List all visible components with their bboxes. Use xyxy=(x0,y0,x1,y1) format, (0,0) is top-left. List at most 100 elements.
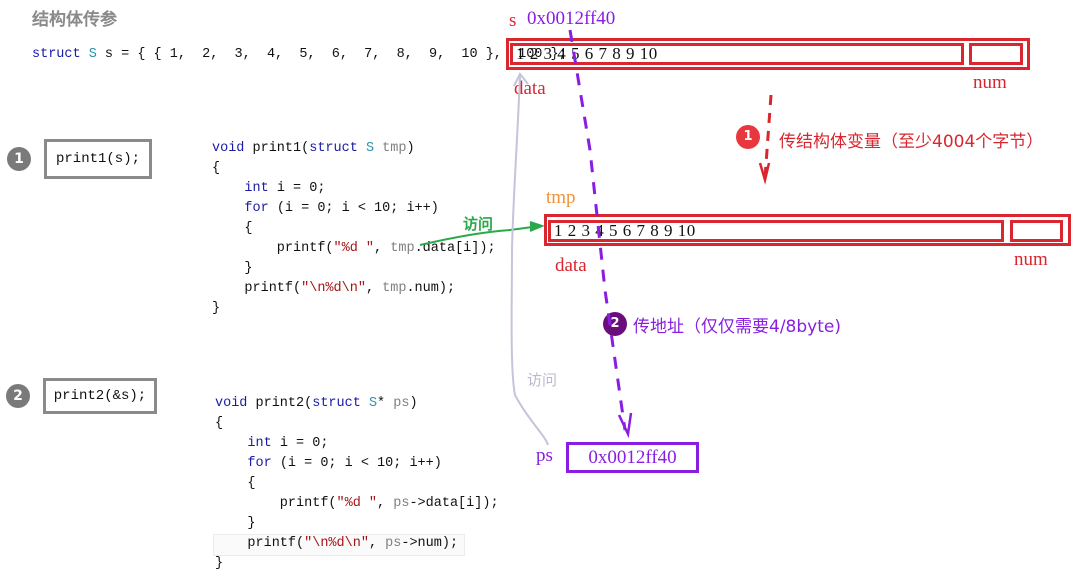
arrow-copy-struct-head xyxy=(758,162,771,185)
code-token: struct xyxy=(312,396,361,411)
code-token: printf( xyxy=(215,536,305,551)
field-label-num-tmp: num xyxy=(1014,249,1048,270)
code-line: printf("\n%d\n", tmp.num); xyxy=(212,279,496,299)
code-token: void xyxy=(212,141,245,156)
page-title: 结构体传参 xyxy=(32,10,117,30)
code-token: { xyxy=(215,476,256,491)
code-token: printf( xyxy=(212,281,302,296)
code-token: , xyxy=(374,241,391,256)
struct-tmp-data-values: 1 2 3 4 5 6 7 8 9 10 xyxy=(554,221,696,240)
address-s: 0x0012ff40 xyxy=(527,8,616,29)
code-token: for xyxy=(247,456,272,471)
code-token: int xyxy=(244,181,269,196)
code-token: "\n%d\n" xyxy=(301,281,366,296)
declaration-type: S xyxy=(88,47,97,62)
call-print1: print1(s); xyxy=(44,139,152,179)
code-line: printf("%d ", tmp.data[i]); xyxy=(212,239,496,259)
struct-declaration: struct S s = { { 1, 2, 3, 4, 5, 6, 7, 8,… xyxy=(32,45,567,65)
code-token: { xyxy=(215,416,224,431)
code-token: * xyxy=(377,396,394,411)
code-token: ->num); xyxy=(401,536,459,551)
declaration-rest: s = { { 1, 2, 3, 4, 5, 6, 7, 8, 9, 10 },… xyxy=(96,47,567,62)
code-line: } xyxy=(215,514,499,534)
step-badge-1: 1 xyxy=(7,147,31,171)
pointer-ps-box: 0x0012ff40 xyxy=(566,442,699,473)
code-token: .num); xyxy=(406,281,456,296)
code-token: } xyxy=(212,301,221,316)
code-token: (i = 0; i < 10; i++) xyxy=(271,456,442,471)
code-line: { xyxy=(215,414,499,434)
code-token: tmp xyxy=(382,281,407,296)
code-token: print1( xyxy=(244,141,310,156)
code-line: { xyxy=(212,159,496,179)
code-token: , xyxy=(365,281,383,296)
code-token: } xyxy=(215,516,256,531)
code-token: void xyxy=(215,396,248,411)
code-line: } xyxy=(212,299,496,319)
code-line: int i = 0; xyxy=(215,434,499,454)
var-label-ps: ps xyxy=(536,445,553,466)
code-token: } xyxy=(212,261,253,276)
code-token: tmp xyxy=(390,241,415,256)
code-line: void print1(struct S tmp) xyxy=(212,139,496,159)
code-line: { xyxy=(215,474,499,494)
code-token: { xyxy=(212,221,253,236)
code-token: "%d " xyxy=(333,241,375,256)
code-line: void print2(struct S* ps) xyxy=(215,394,499,414)
code-token: i = 0; xyxy=(271,436,329,451)
var-label-tmp: tmp xyxy=(546,187,576,208)
code-line: printf("\n%d\n", ps->num); xyxy=(215,534,499,554)
code-token: ps xyxy=(385,536,402,551)
arrow-pass-address-head xyxy=(617,412,633,439)
code-token: ) xyxy=(409,396,418,411)
code-token: .data[i]); xyxy=(414,241,496,256)
code-token: S xyxy=(368,396,378,411)
code-token: struct xyxy=(309,141,358,156)
struct-s-num-box xyxy=(969,43,1023,65)
code-token: int xyxy=(247,436,272,451)
arrow-access-tmp-head xyxy=(529,221,545,232)
call-print2: print2(&s); xyxy=(43,378,157,414)
arrow-copy-struct xyxy=(763,94,773,179)
step2-badge: 2 xyxy=(603,312,627,336)
code-token: (i = 0; i < 10; i++) xyxy=(268,201,439,216)
field-label-data-tmp: data xyxy=(555,255,587,276)
code-token: i = 0; xyxy=(268,181,326,196)
code-line: } xyxy=(215,554,499,574)
code-token: ps xyxy=(393,496,410,511)
code-token: { xyxy=(212,161,221,176)
struct-s-data-values: 1 2 3 4 5 6 7 8 9 10 xyxy=(516,44,658,63)
code-token: tmp xyxy=(374,141,407,156)
code-token: ps xyxy=(393,396,410,411)
struct-tmp-num-box xyxy=(1010,220,1063,242)
code-token: S xyxy=(365,141,375,156)
step2-annotation: 传地址（仅仅需要4/8byte) xyxy=(633,317,841,337)
code-token: ->data[i]); xyxy=(409,496,499,511)
code-line: } xyxy=(212,259,496,279)
step-badge-2: 2 xyxy=(6,384,30,408)
code-token: } xyxy=(215,556,224,571)
access-label-green: 访问 xyxy=(463,215,494,233)
access-label-gray: 访问 xyxy=(527,371,558,389)
code-token: "\n%d\n" xyxy=(304,536,369,551)
code-line: for (i = 0; i < 10; i++) xyxy=(212,199,496,219)
code-line: printf("%d ", ps->data[i]); xyxy=(215,494,499,514)
code-token: , xyxy=(377,496,394,511)
code-token: printf( xyxy=(212,241,334,256)
code-line: for (i = 0; i < 10; i++) xyxy=(215,454,499,474)
code-token: ) xyxy=(406,141,415,156)
function-print2-code: void print2(struct S* ps) { int i = 0; fo… xyxy=(215,394,499,574)
code-token: for xyxy=(244,201,269,216)
declaration-keyword: struct xyxy=(32,47,81,62)
code-token: "%d " xyxy=(336,496,378,511)
code-token: , xyxy=(368,536,386,551)
field-label-num-s: num xyxy=(973,72,1007,93)
code-line: int i = 0; xyxy=(212,179,496,199)
step1-annotation: 传结构体变量（至少4004个字节） xyxy=(779,132,1044,152)
step1-badge: 1 xyxy=(736,125,760,149)
code-token: print2( xyxy=(247,396,313,411)
